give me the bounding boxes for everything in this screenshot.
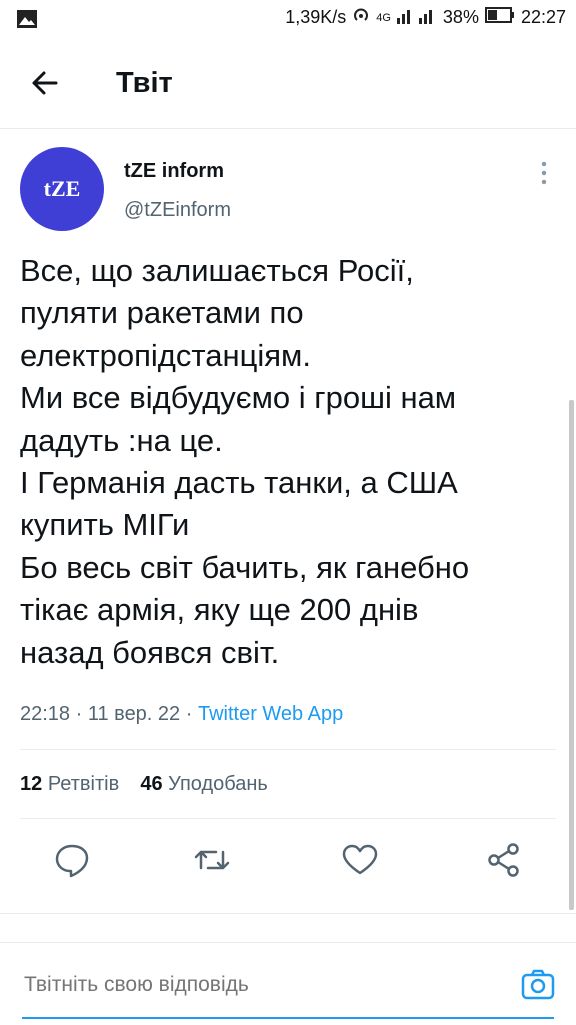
gallery-icon xyxy=(16,9,38,34)
divider xyxy=(20,749,556,750)
app-header: Твіт xyxy=(0,38,576,129)
scrollbar[interactable] xyxy=(569,400,574,910)
reply-underline xyxy=(22,1017,554,1019)
share-icon[interactable] xyxy=(482,838,526,882)
network-speed: 1,39K/s xyxy=(285,7,347,27)
retweets-stat[interactable]: 12 Ретвітів xyxy=(20,773,119,795)
hotspot-icon xyxy=(352,6,370,29)
likes-label: Уподобань xyxy=(168,773,268,795)
more-options-icon[interactable] xyxy=(532,158,556,188)
reply-bar xyxy=(0,942,576,1025)
divider xyxy=(0,913,576,914)
avatar[interactable]: tZE xyxy=(20,147,104,231)
like-icon[interactable] xyxy=(338,838,382,882)
retweets-label: Ретвітів xyxy=(47,773,120,795)
page-title: Твіт xyxy=(116,67,173,99)
camera-icon[interactable] xyxy=(518,965,558,1005)
meta-separator: · xyxy=(75,703,88,725)
divider xyxy=(20,818,556,819)
reply-input[interactable] xyxy=(24,973,484,997)
tweet-actions xyxy=(0,838,576,882)
signal-icon xyxy=(396,6,437,29)
tweet-date: 11 вер. 22 xyxy=(87,703,181,725)
tweet-time: 22:18 xyxy=(20,703,71,725)
author-handle[interactable]: @tZEinform xyxy=(124,199,231,222)
tweet-meta: 22:18 · 11 вер. 22 · Twitter Web App xyxy=(20,703,343,726)
network-type: 4G xyxy=(376,11,391,24)
likes-count: 46 xyxy=(140,773,163,795)
author-name[interactable]: tZE inform xyxy=(124,160,224,183)
tweet-text: Все, що залишається Росії, пуляти ракета… xyxy=(20,253,470,670)
tweet-stats: 12 Ретвітів 46 Уподобань xyxy=(20,773,268,796)
battery-percent: 38% xyxy=(442,7,479,27)
tweet-source-link[interactable]: Twitter Web App xyxy=(198,703,343,725)
status-bar: 1,39K/s 4G 38% 22:27 xyxy=(0,0,576,38)
retweet-icon[interactable] xyxy=(190,838,234,882)
retweets-count: 12 xyxy=(20,773,43,795)
likes-stat[interactable]: 46 Уподобань xyxy=(140,773,268,795)
battery-icon xyxy=(484,7,515,28)
back-arrow-icon[interactable] xyxy=(26,64,64,102)
meta-separator: · xyxy=(185,703,198,725)
clock: 22:27 xyxy=(520,7,566,27)
reply-icon[interactable] xyxy=(50,838,94,882)
